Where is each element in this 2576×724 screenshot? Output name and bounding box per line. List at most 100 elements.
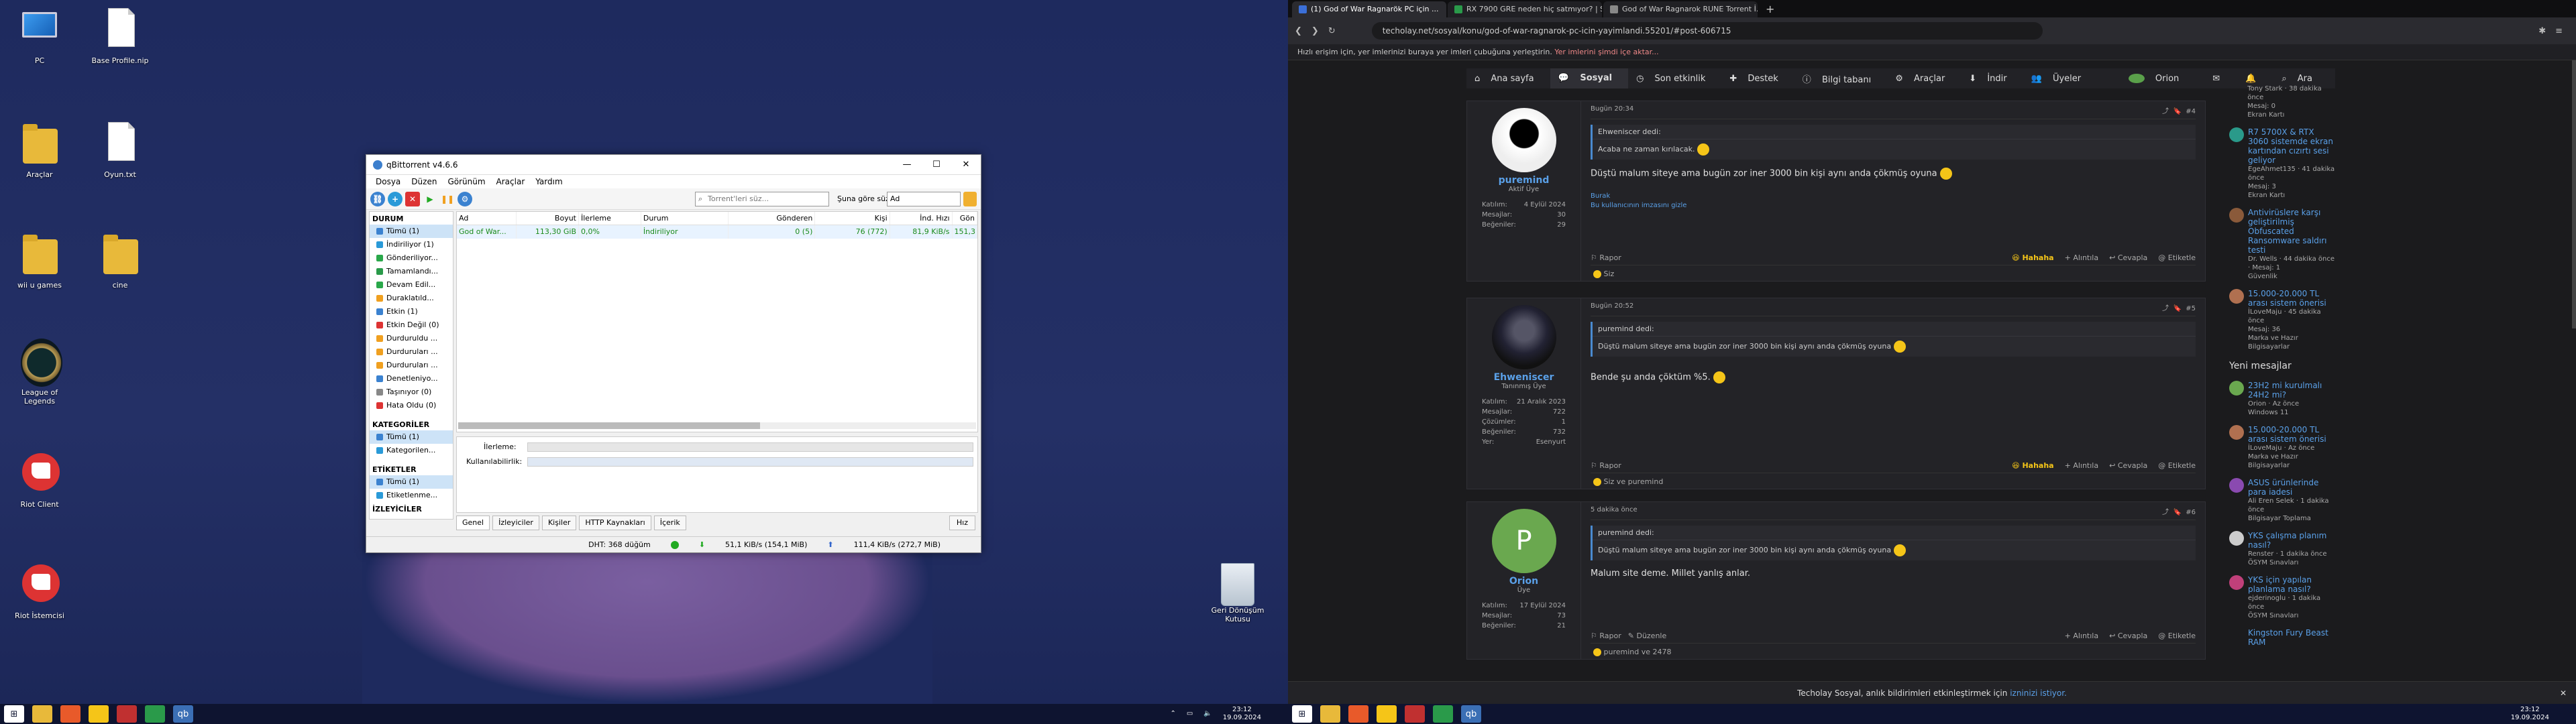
bell-icon[interactable]: 🔔 xyxy=(2237,74,2264,84)
browser-tab-3[interactable]: God of War Ragnarok RUNE Torrent İ... xyxy=(1603,1,1758,17)
list-item[interactable]: Kingston Fury Beast RAM xyxy=(2229,628,2337,647)
resume-icon[interactable]: ▶ xyxy=(423,192,437,206)
list-item[interactable]: Tony Stark · 38 dakika önce Mesaj: 0 Ekran… xyxy=(2229,84,2337,119)
nav-search[interactable]: ⌕ Ara xyxy=(2273,74,2328,84)
duck-app-icon[interactable] xyxy=(1377,705,1397,723)
post-number[interactable]: #6 xyxy=(2186,509,2196,516)
clock[interactable]: 23:12 19.09.2024 xyxy=(1223,706,1261,722)
report-button[interactable]: ⚐ Rapor xyxy=(1591,461,1621,470)
window-titlebar[interactable]: qBittorrent v4.6.6 — ☐ ✕ xyxy=(366,155,981,175)
filter-item[interactable]: Tümü (1) xyxy=(370,430,453,444)
clock[interactable]: 23:12 19.09.2024 xyxy=(2511,706,2549,722)
col-seeds[interactable]: Gönderen xyxy=(729,212,816,225)
close-icon[interactable]: ✕ xyxy=(951,155,981,175)
bookmark-icon[interactable]: 🔖 xyxy=(2173,305,2181,312)
close-icon[interactable]: ✕ xyxy=(2560,682,2567,704)
speed-button[interactable]: Hız xyxy=(949,516,975,530)
menu-araclar[interactable]: Araçlar xyxy=(491,177,531,186)
col-name[interactable]: Ad xyxy=(457,212,517,225)
file-explorer-icon[interactable] xyxy=(1320,705,1340,723)
reply-button[interactable]: ↩ Cevapla xyxy=(2109,461,2147,470)
post-username[interactable]: puremind xyxy=(1467,175,1580,186)
file-explorer-icon[interactable] xyxy=(32,705,52,723)
bookmark-icon[interactable]: 🔖 xyxy=(2173,509,2181,516)
filter-item[interactable]: Durduruldu ... xyxy=(370,332,453,345)
col-peers[interactable]: Kişi xyxy=(815,212,890,225)
minimize-icon[interactable]: — xyxy=(892,155,922,175)
horizontal-scrollbar[interactable] xyxy=(458,422,976,429)
chevron-up-icon[interactable]: ⌃ xyxy=(1170,710,1175,718)
search-input[interactable]: Torrent'leri süz... xyxy=(695,192,829,206)
game-app-icon[interactable] xyxy=(117,705,137,723)
import-bookmarks-link[interactable]: Yer imlerini şimdi içe aktar... xyxy=(1554,48,1658,56)
maximize-icon[interactable]: ☐ xyxy=(922,155,951,175)
quote-header[interactable]: puremind dedi: xyxy=(1593,526,2196,540)
nav-son-etkinlik[interactable]: ◷ Son etkinlik xyxy=(1628,74,1721,84)
tab-izleyiciler[interactable]: İzleyiciler xyxy=(492,516,539,530)
desktop-icon-araclar[interactable]: Araçlar xyxy=(9,121,70,179)
tag-button[interactable]: @ Etiketle xyxy=(2158,461,2196,470)
filter-item[interactable]: Tamamlandı... xyxy=(370,265,453,278)
nav-sosyal[interactable]: 💬 Sosyal xyxy=(1550,68,1629,88)
filter-item[interactable]: Durduruları ... xyxy=(370,359,453,372)
filter-item[interactable]: İndiriliyor (1) xyxy=(370,238,453,251)
menu-gorunum[interactable]: Görünüm xyxy=(442,177,490,186)
desktop-icon-league-of-legends[interactable]: League of Legends xyxy=(9,339,70,406)
nav-uyeler[interactable]: 👥 Üyeler xyxy=(2023,74,2098,84)
menu-yardim[interactable]: Yardım xyxy=(530,177,568,186)
share-icon[interactable]: ⤴ xyxy=(2162,108,2169,115)
edit-button[interactable]: ✎ Düzenle xyxy=(1628,631,1667,640)
browser-tab-2[interactable]: RX 7900 GRE neden hiç satmıyor? | S... xyxy=(1448,1,1602,17)
react-haha-button[interactable]: 😆 Hahaha xyxy=(2012,461,2053,470)
gear-icon[interactable]: ⚙ xyxy=(458,191,472,206)
desktop-icon-riot-client[interactable]: Riot Client xyxy=(9,450,70,509)
table-row[interactable]: God of War... 113,30 GiB 0,0% İndiriliyo… xyxy=(457,225,977,239)
list-item[interactable]: YKS için yapılan planlama nasıl? ejderino… xyxy=(2229,575,2337,620)
back-icon[interactable]: ❮ xyxy=(1295,26,1302,36)
connection-icon[interactable] xyxy=(670,540,679,549)
avatar[interactable] xyxy=(1491,305,1556,369)
nav-user-orion[interactable]: Orion xyxy=(2121,74,2196,84)
filter-item[interactable]: Kategorilen... xyxy=(370,444,453,457)
filter-item[interactable]: Hata Oldu (0) xyxy=(370,399,453,412)
reload-icon[interactable]: ↻ xyxy=(1328,26,1336,36)
desktop-icon-base-profile[interactable]: Base Profile.nip xyxy=(90,7,150,65)
nav-araclar[interactable]: ⚙ Araçlar xyxy=(1887,74,1961,84)
add-link-icon[interactable]: ⛓ xyxy=(370,191,385,206)
quote-header[interactable]: puremind dedi: xyxy=(1593,322,2196,337)
report-button[interactable]: ⚐ Rapor xyxy=(1591,253,1621,262)
filter-item[interactable]: Tümü (1) xyxy=(370,225,453,238)
nav-bilgi-tabani[interactable]: ⓘ Bilgi tabanı xyxy=(1794,72,1887,85)
post-username[interactable]: Ehweniscer xyxy=(1467,372,1580,383)
xbox-icon[interactable] xyxy=(145,705,165,723)
menu-icon[interactable]: ≡ xyxy=(2555,26,2576,36)
quote-button[interactable]: + Alıntıla xyxy=(2065,461,2099,470)
brave-icon[interactable] xyxy=(60,705,80,723)
desktop-icon-pc[interactable]: PC xyxy=(9,7,70,65)
filter-select[interactable]: Ad xyxy=(887,192,961,206)
avatar[interactable]: P xyxy=(1491,509,1556,573)
quote-header[interactable]: Ehweniscer dedi: xyxy=(1593,125,2196,139)
reactions-summary[interactable]: Siz xyxy=(1591,265,2196,278)
windows-start-icon[interactable]: ⊞ xyxy=(1292,705,1312,723)
tab-kisiler[interactable]: Kişiler xyxy=(541,516,577,530)
post-time[interactable]: Bugün 20:52 xyxy=(1591,302,1633,312)
avatar[interactable] xyxy=(1491,108,1556,172)
col-progress[interactable]: İlerleme xyxy=(579,212,641,225)
share-icon[interactable]: ⤴ xyxy=(2162,305,2169,312)
reply-button[interactable]: ↩ Cevapla xyxy=(2109,631,2147,640)
reactions-summary[interactable]: puremind ve 2478 xyxy=(1591,643,2196,656)
url-input[interactable]: techolay.net/sosyal/konu/god-of-war-ragn… xyxy=(1371,22,2043,40)
tab-genel[interactable]: Genel xyxy=(456,516,490,530)
nav-destek[interactable]: ✚ Destek xyxy=(1721,74,1794,84)
trackers-header[interactable]: İZLEYİCİLER xyxy=(370,502,453,515)
post-number[interactable]: #4 xyxy=(2186,108,2196,115)
forward-icon[interactable]: ❯ xyxy=(1311,26,1319,36)
brave-icon[interactable] xyxy=(1348,705,1368,723)
react-haha-button[interactable]: 😆 Hahaha xyxy=(2012,253,2053,262)
hide-signature-link[interactable]: Bu kullanıcının imzasını gizle xyxy=(1591,201,2196,210)
browser-tab-1[interactable]: (1) God of War Ragnarök PC için ... xyxy=(1292,1,1446,17)
extensions-icon[interactable]: ✱ xyxy=(2538,26,2546,36)
game-app-icon[interactable] xyxy=(1405,705,1425,723)
inbox-icon[interactable]: ✉ xyxy=(2204,74,2228,84)
